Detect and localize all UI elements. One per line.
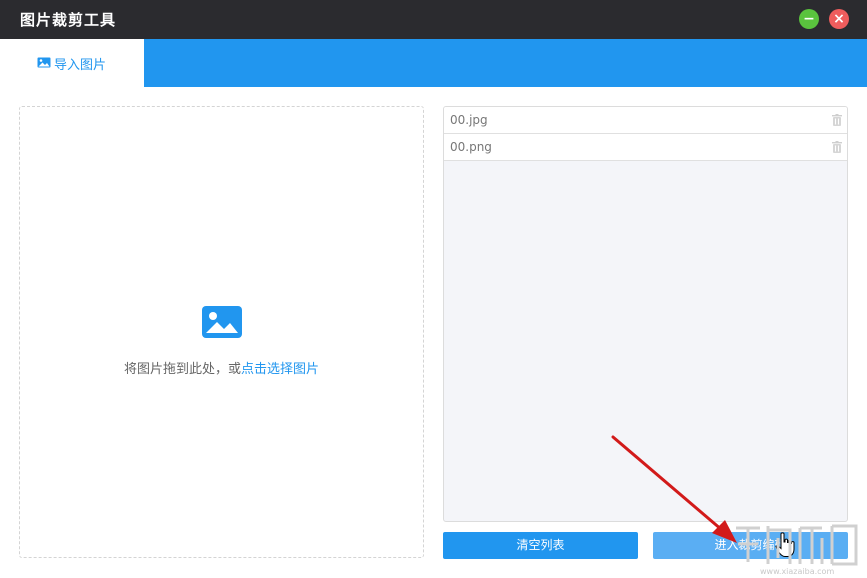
list-item[interactable]: 00.jpg (444, 107, 847, 134)
file-list: 00.jpg 00.png (443, 106, 848, 522)
app-window: 图片裁剪工具 − × 导入图片 将图片拖到此处，或点击选择图片 00.jpg 0… (0, 0, 867, 578)
clear-list-button[interactable]: 清空列表 (443, 532, 638, 559)
trash-icon[interactable] (832, 141, 842, 153)
minimize-icon: − (803, 11, 815, 27)
trash-icon[interactable] (832, 114, 842, 126)
drop-instructions: 将图片拖到此处，或点击选择图片 (20, 358, 423, 377)
file-name: 00.jpg (450, 113, 488, 127)
tab-label: 导入图片 (54, 58, 107, 73)
minimize-button[interactable]: − (799, 9, 819, 29)
window-title: 图片裁剪工具 (20, 11, 117, 29)
watermark-text: www.xiazaiba.com (760, 567, 835, 576)
select-image-link[interactable]: 点击选择图片 (241, 362, 319, 377)
title-bar: 图片裁剪工具 − × (0, 0, 867, 39)
image-icon (37, 57, 51, 68)
list-item[interactable]: 00.png (444, 134, 847, 161)
tab-import-image[interactable]: 导入图片 (0, 39, 144, 87)
file-name: 00.png (450, 140, 492, 154)
close-icon: × (833, 11, 845, 27)
image-drop-zone[interactable]: 将图片拖到此处，或点击选择图片 (19, 106, 424, 558)
close-button[interactable]: × (829, 9, 849, 29)
image-icon (202, 306, 242, 338)
tab-bar: 导入图片 (0, 39, 867, 87)
drop-hint-text: 将图片拖到此处，或 (123, 362, 241, 377)
